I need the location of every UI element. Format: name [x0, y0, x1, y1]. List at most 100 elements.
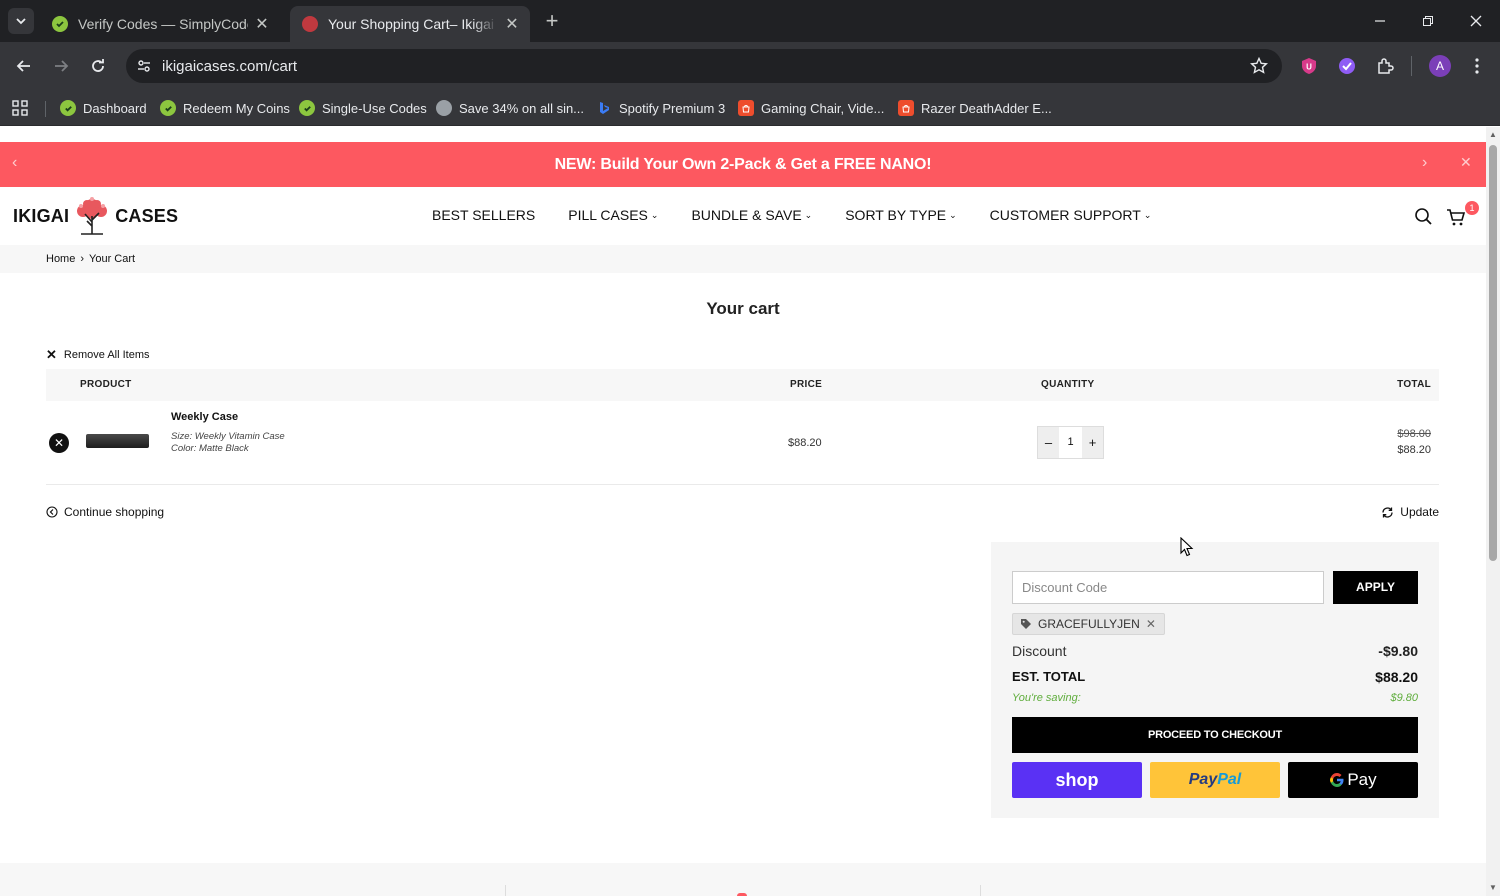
- continue-shopping-label: Continue shopping: [64, 505, 165, 519]
- restore-button[interactable]: [1404, 0, 1452, 42]
- close-icon: ✕: [53, 436, 65, 450]
- remove-discount-icon[interactable]: ✕: [1146, 617, 1156, 631]
- announcement-close-icon[interactable]: ✕: [1460, 154, 1472, 171]
- scrollbar-thumb[interactable]: [1489, 145, 1497, 561]
- bookmark-spotify-premium[interactable]: Spotify Premium 3: [596, 96, 725, 120]
- discount-code-input[interactable]: [1012, 571, 1324, 604]
- bookmark-razer-deathadder[interactable]: Razer DeathAdder E...: [898, 96, 1052, 120]
- ublock-extension-icon[interactable]: U: [1298, 55, 1320, 77]
- update-cart-button[interactable]: Update: [1381, 505, 1439, 519]
- nav-best-sellers[interactable]: BEST SELLERS: [432, 207, 535, 223]
- bookmark-save-34[interactable]: Save 34% on all sin...: [436, 96, 584, 120]
- google-pay-label: Pay: [1347, 770, 1377, 789]
- close-icon: ✕: [46, 347, 57, 362]
- tag-icon: [1021, 619, 1031, 629]
- estimated-total-label: EST. TOTAL: [1012, 669, 1086, 684]
- close-tab-icon[interactable]: ✕: [504, 16, 520, 33]
- nav-bundle-save[interactable]: BUNDLE & SAVE ⌄: [691, 207, 812, 223]
- remove-all-items-button[interactable]: ✕ Remove All Items: [46, 347, 150, 363]
- nav-pill-cases[interactable]: PILL CASES ⌄: [568, 207, 658, 223]
- paypal-button[interactable]: Pay Pal: [1150, 762, 1280, 798]
- shop-pay-button[interactable]: shop: [1012, 762, 1142, 798]
- bookmarks-bar: Dashboard Redeem My Coins Single-Use Cod…: [0, 90, 1500, 126]
- bookmark-label: Single-Use Codes: [322, 100, 427, 116]
- page-scrollbar[interactable]: ▲ ▼: [1486, 127, 1500, 896]
- announcement-text[interactable]: NEW: Build Your Own 2-Pack & Get a FREE …: [555, 156, 932, 174]
- nav-label: PILL CASES: [568, 207, 648, 223]
- remove-item-button[interactable]: ✕: [49, 433, 69, 453]
- savings-label: You're saving:: [1012, 692, 1081, 704]
- profile-initial: A: [1435, 59, 1444, 73]
- close-icon: [1470, 15, 1482, 27]
- browser-toolbar: ikigaicases.com/cart U A: [0, 42, 1500, 90]
- page-title: Your cart: [706, 299, 780, 318]
- product-name[interactable]: Weekly Case: [171, 411, 238, 423]
- minimize-button[interactable]: [1356, 0, 1404, 42]
- estimated-total-line: EST. TOTAL $88.20: [1012, 669, 1418, 685]
- arrow-left-icon: [16, 60, 30, 72]
- bookmarks-divider: [45, 101, 46, 117]
- simplycodes-check-icon: [160, 100, 176, 116]
- paypal-logo-pal: Pal: [1217, 771, 1242, 788]
- simplycodes-extension-icon[interactable]: [1336, 55, 1358, 77]
- reload-icon: [92, 59, 104, 72]
- column-quantity: QUANTITY: [1041, 379, 1095, 390]
- nav-customer-support[interactable]: CUSTOMER SUPPORT ⌄: [990, 207, 1152, 223]
- quantity-input[interactable]: 1: [1059, 427, 1082, 458]
- close-tab-icon[interactable]: ✕: [254, 16, 270, 33]
- simplycodes-check-icon: [299, 100, 315, 116]
- simplycodes-check-icon: [52, 16, 68, 32]
- breadcrumb-current: Your Cart: [89, 253, 136, 265]
- update-label: Update: [1400, 505, 1439, 519]
- address-bar[interactable]: ikigaicases.com/cart: [126, 49, 1282, 83]
- announcement-prev-icon[interactable]: ‹: [12, 154, 17, 172]
- cart-icon[interactable]: [1446, 207, 1466, 227]
- close-window-button[interactable]: [1452, 0, 1500, 42]
- column-total: TOTAL: [1397, 379, 1431, 390]
- tab-simplycodes[interactable]: Verify Codes — SimplyCodes ✕: [40, 6, 280, 42]
- shop-bag-icon: [898, 100, 914, 116]
- new-tab-button[interactable]: +: [540, 10, 564, 34]
- site-logo[interactable]: IKIGAI CASES: [13, 195, 178, 237]
- product-color: Color: Matte Black: [171, 443, 249, 454]
- bookmark-dashboard[interactable]: Dashboard: [60, 96, 147, 120]
- bing-icon: [596, 100, 612, 116]
- reload-button[interactable]: [86, 54, 110, 78]
- bookmark-single-use-codes[interactable]: Single-Use Codes: [299, 96, 427, 120]
- breadcrumb-home[interactable]: Home: [46, 253, 75, 265]
- chevron-down-icon: ⌄: [650, 209, 659, 220]
- product-thumbnail[interactable]: [86, 434, 149, 448]
- estimated-total-value: $88.20: [1375, 669, 1418, 685]
- back-button[interactable]: [12, 54, 36, 78]
- refresh-icon: [1382, 506, 1393, 518]
- proceed-to-checkout-button[interactable]: PROCEED TO CHECKOUT: [1012, 717, 1418, 753]
- continue-shopping-link[interactable]: Continue shopping: [46, 505, 164, 519]
- bookmark-gaming-chair[interactable]: Gaming Chair, Vide...: [738, 96, 884, 120]
- scroll-up-icon[interactable]: ▲: [1489, 131, 1497, 139]
- logo-text-left: IKIGAI: [13, 205, 70, 226]
- site-header: IKIGAI CASES BEST SELLERS PILL CASES ⌄ BU…: [0, 187, 1486, 245]
- search-icon[interactable]: [1414, 207, 1434, 227]
- chrome-menu-icon[interactable]: [1466, 55, 1488, 77]
- chevron-down-icon: ⌄: [804, 209, 813, 220]
- forward-button[interactable]: [49, 54, 73, 78]
- scroll-down-icon[interactable]: ▼: [1489, 884, 1497, 892]
- increase-quantity-button[interactable]: +: [1082, 427, 1103, 458]
- tab-ikigai-cart[interactable]: Your Shopping Cart– Ikigai Case ✕: [290, 6, 530, 42]
- url-text: ikigaicases.com/cart: [162, 57, 298, 75]
- site-info-icon[interactable]: [126, 49, 162, 83]
- bookmark-star-icon[interactable]: [1249, 56, 1269, 80]
- extensions-puzzle-icon[interactable]: [1374, 55, 1396, 77]
- toolbar-divider: [1411, 56, 1412, 76]
- ikigai-tree-icon: [77, 197, 108, 235]
- apps-grid-icon[interactable]: [12, 96, 29, 120]
- profile-avatar[interactable]: A: [1429, 55, 1451, 77]
- shop-bag-icon: [738, 100, 754, 116]
- google-pay-button[interactable]: Pay: [1288, 762, 1418, 798]
- announcement-next-icon[interactable]: ›: [1422, 154, 1427, 172]
- apply-discount-button[interactable]: APPLY: [1333, 571, 1418, 604]
- tab-search-button[interactable]: [8, 8, 34, 34]
- bookmark-redeem-coins[interactable]: Redeem My Coins: [160, 96, 290, 120]
- decrease-quantity-button[interactable]: –: [1038, 427, 1059, 458]
- nav-sort-by-type[interactable]: SORT BY TYPE ⌄: [845, 207, 956, 223]
